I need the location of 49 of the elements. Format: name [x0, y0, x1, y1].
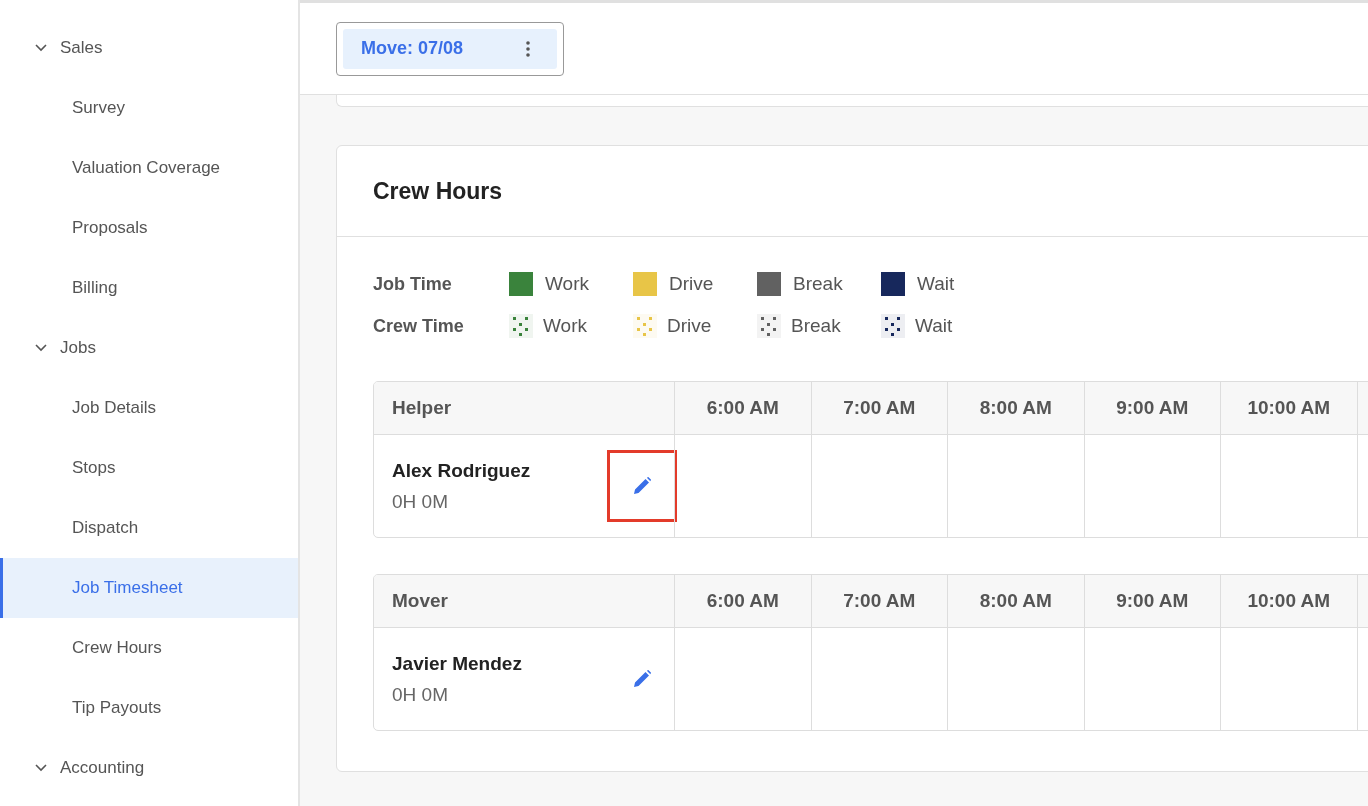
legend-text: Work [545, 273, 589, 295]
table-header: 9:00 AM [1083, 575, 1220, 627]
card-title: Crew Hours [373, 177, 503, 205]
sidebar-item[interactable]: Proposals [0, 198, 298, 258]
sidebar-group[interactable]: Jobs [0, 318, 298, 378]
legend-text: Work [543, 315, 587, 337]
legend-text: Break [791, 315, 841, 337]
crew-total: 0H 0M [392, 683, 449, 706]
table-header: 10:00 AM [1220, 575, 1357, 627]
swatch-background [509, 314, 533, 338]
legend-text: Break [793, 273, 843, 295]
table-header: 9:00 AM [1083, 382, 1220, 434]
sidebar-item[interactable]: Valuation Coverage [0, 138, 298, 198]
edit-button[interactable] [607, 450, 677, 522]
table-header: 10:00 AM [1220, 382, 1357, 434]
sidebar-item[interactable]: Dispatch [0, 498, 298, 558]
crew-total: 0H 0M [392, 490, 449, 513]
swatch-background [881, 314, 905, 338]
sidebar-item[interactable]: Job Details [0, 378, 298, 438]
pencil-icon [632, 476, 652, 496]
swatch-background [633, 314, 657, 338]
table-header: 6:00 AM [674, 575, 811, 627]
sidebar-group[interactable]: Sales [0, 18, 298, 78]
table-header: Helper [391, 396, 453, 420]
sidebar-item[interactable]: Tip Payouts [0, 678, 298, 738]
legend-label: Crew Time [373, 315, 465, 337]
table-header: Mover [391, 589, 449, 613]
sidebar-item[interactable]: Billing [0, 258, 298, 318]
sidebar-group[interactable]: Accounting [0, 738, 298, 798]
legend-text: Drive [667, 315, 712, 337]
legend-text: Wait [915, 315, 953, 337]
table-header: 7:00 AM [810, 382, 947, 434]
legend-text: Drive [669, 273, 714, 295]
sidebar-item[interactable]: Job Timesheet [0, 558, 298, 618]
sidebar-item[interactable]: Survey [0, 78, 298, 138]
crew-name: Javier Mendez [392, 652, 522, 675]
table-header: 8:00 AM [947, 382, 1084, 434]
sidebar-item[interactable]: Stops [0, 438, 298, 498]
swatch-background [757, 314, 781, 338]
crew-name: Alex Rodriguez [392, 459, 531, 482]
more-icon [526, 40, 530, 57]
move-chip[interactable]: Move: 07/08 [343, 28, 557, 69]
table-header: 8:00 AM [947, 575, 1084, 627]
legend-label: Job Time [373, 273, 453, 295]
table-header: 7:00 AM [810, 575, 947, 627]
legend-text: Wait [917, 273, 955, 295]
pencil-icon [632, 669, 652, 689]
sidebar-item[interactable]: Crew Hours [0, 618, 298, 678]
table-header: 6:00 AM [674, 382, 811, 434]
